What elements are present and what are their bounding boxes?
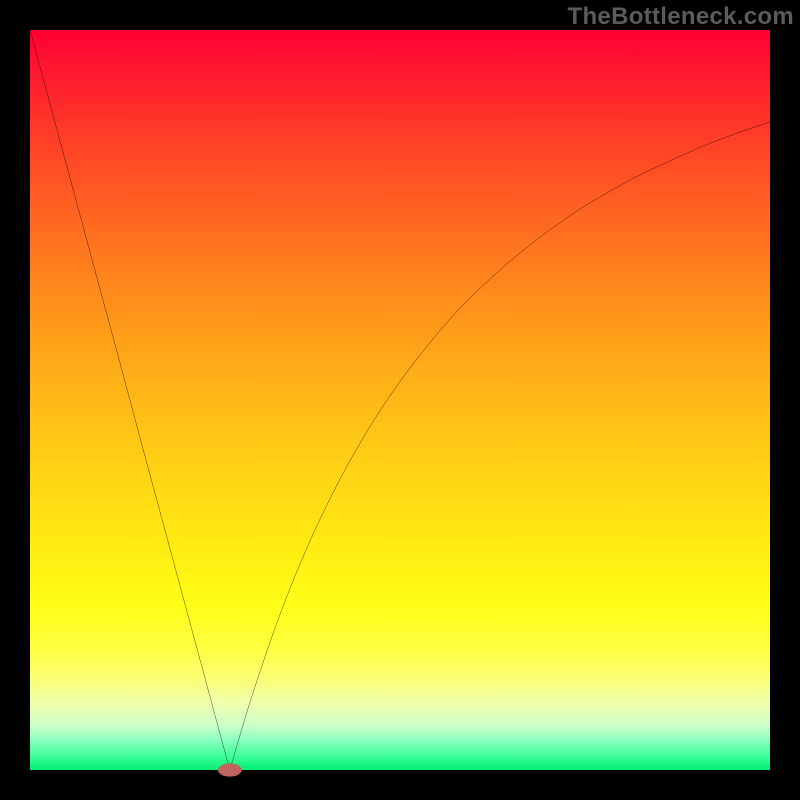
chart-frame: TheBottleneck.com (0, 0, 800, 800)
curve-left-branch (30, 30, 230, 770)
watermark-text: TheBottleneck.com (568, 3, 794, 31)
curve-right-branch (230, 122, 770, 770)
plot-area (30, 30, 770, 770)
curve-layer (30, 30, 770, 770)
minimum-marker-icon (218, 763, 242, 776)
